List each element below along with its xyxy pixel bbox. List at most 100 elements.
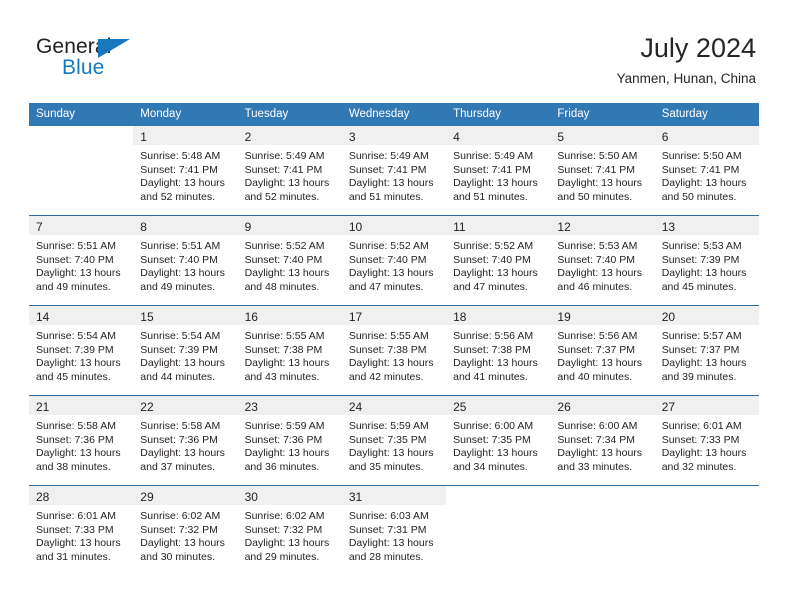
day-number-band: 9: [237, 216, 342, 235]
day-number-band: 17: [341, 306, 447, 325]
calendar-day-cell[interactable]: 3 Sunrise: 5:49 AM Sunset: 7:41 PM Daylight…: [341, 126, 447, 216]
sunset-time: Sunset: 7:33 PM: [36, 523, 114, 536]
day-cell-details: Sunrise: 6:00 AM Sunset: 7:34 PM Daylight:…: [550, 415, 654, 474]
calendar-day-cell[interactable]: 21 Sunrise: 5:58 AM Sunset: 7:36 PM Dayligh…: [29, 395, 134, 486]
day-cell-details: Sunrise: 5:52 AM Sunset: 7:40 PM Daylight:…: [238, 235, 342, 294]
calendar-day-cell-empty: [446, 485, 551, 575]
daylight-duration-line1: Daylight: 13 hours: [453, 357, 538, 370]
sunset-time: Sunset: 7:41 PM: [557, 163, 636, 176]
day-number: 5: [557, 130, 565, 144]
page-subtitle-location: Yanmen, Hunan, China: [616, 71, 756, 86]
day-cell-inner: 22 Sunrise: 5:58 AM Sunset: 7:36 PM Dayligh…: [133, 396, 238, 485]
day-cell-inner: [446, 486, 550, 575]
calendar-day-cell[interactable]: 2 Sunrise: 5:49 AM Sunset: 7:41 PM Daylight…: [237, 126, 342, 216]
sunset-time: Sunset: 7:38 PM: [453, 343, 531, 356]
sunrise-time: Sunrise: 5:50 AM: [661, 150, 742, 162]
day-number-band: 24: [341, 396, 447, 415]
calendar-day-cell[interactable]: 9 Sunrise: 5:52 AM Sunset: 7:40 PM Daylight…: [237, 215, 342, 306]
day-number-band: 4: [446, 126, 551, 145]
calendar-day-cell[interactable]: 15 Sunrise: 5:54 AM Sunset: 7:39 PM Dayligh…: [133, 305, 238, 396]
day-cell-details: [29, 145, 133, 150]
sunrise-time: Sunrise: 5:55 AM: [348, 330, 429, 342]
calendar-day-cell[interactable]: 31 Sunrise: 6:03 AM Sunset: 7:31 PM Dayligh…: [341, 485, 447, 575]
calendar-day-cell[interactable]: 13 Sunrise: 5:53 AM Sunset: 7:39 PM Dayligh…: [654, 215, 759, 306]
calendar-day-cell[interactable]: 1 Sunrise: 5:48 AM Sunset: 7:41 PM Daylight…: [133, 126, 238, 216]
daylight-duration-line2: and 42 minutes.: [348, 370, 424, 383]
weekday-header-tuesday: Tuesday: [237, 103, 342, 126]
calendar-day-cell[interactable]: 18 Sunrise: 5:56 AM Sunset: 7:38 PM Dayligh…: [446, 305, 551, 396]
day-number: 9: [244, 220, 252, 234]
calendar-day-cell[interactable]: 12 Sunrise: 5:53 AM Sunset: 7:40 PM Dayligh…: [550, 215, 655, 306]
calendar-day-cell[interactable]: 8 Sunrise: 5:51 AM Sunset: 7:40 PM Daylight…: [133, 215, 238, 306]
sunrise-time: Sunrise: 6:02 AM: [244, 510, 325, 522]
sunset-time: Sunset: 7:38 PM: [348, 343, 427, 356]
daylight-duration-line1: Daylight: 13 hours: [244, 447, 330, 460]
calendar-day-cell[interactable]: 24 Sunrise: 5:59 AM Sunset: 7:35 PM Dayligh…: [341, 395, 447, 486]
day-cell-inner: 9 Sunrise: 5:52 AM Sunset: 7:40 PM Daylight…: [237, 216, 342, 305]
day-number-band: 6: [654, 126, 759, 145]
sunrise-time: Sunrise: 5:58 AM: [36, 420, 116, 432]
sunset-time: Sunset: 7:40 PM: [244, 253, 323, 266]
calendar-day-cell[interactable]: 26 Sunrise: 6:00 AM Sunset: 7:34 PM Dayligh…: [550, 395, 655, 486]
calendar-day-cell[interactable]: 5 Sunrise: 5:50 AM Sunset: 7:41 PM Daylight…: [550, 126, 655, 216]
calendar-day-cell[interactable]: 30 Sunrise: 6:02 AM Sunset: 7:32 PM Dayligh…: [237, 485, 342, 575]
calendar-day-cell[interactable]: 19 Sunrise: 5:56 AM Sunset: 7:37 PM Dayligh…: [550, 305, 655, 396]
daylight-duration-line2: and 34 minutes.: [453, 460, 528, 473]
calendar-day-cell[interactable]: 10 Sunrise: 5:52 AM Sunset: 7:40 PM Dayligh…: [341, 215, 447, 306]
sunrise-time: Sunrise: 5:54 AM: [140, 330, 221, 342]
day-number: 11: [453, 220, 466, 234]
calendar-day-cell[interactable]: 4 Sunrise: 5:49 AM Sunset: 7:41 PM Daylight…: [446, 126, 551, 216]
calendar-day-cell[interactable]: 7 Sunrise: 5:51 AM Sunset: 7:40 PM Daylight…: [29, 215, 134, 306]
day-cell-inner: 4 Sunrise: 5:49 AM Sunset: 7:41 PM Daylight…: [446, 126, 551, 215]
day-cell-inner: 1 Sunrise: 5:48 AM Sunset: 7:41 PM Daylight…: [133, 126, 238, 215]
calendar-day-cell[interactable]: 11 Sunrise: 5:52 AM Sunset: 7:40 PM Dayligh…: [446, 215, 551, 306]
sunrise-time: Sunrise: 6:01 AM: [36, 510, 116, 522]
day-cell-inner: 31 Sunrise: 6:03 AM Sunset: 7:31 PM Dayligh…: [341, 486, 447, 575]
calendar-day-cell[interactable]: 17 Sunrise: 5:55 AM Sunset: 7:38 PM Dayligh…: [341, 305, 447, 396]
daylight-duration-line1: Daylight: 13 hours: [140, 447, 225, 460]
day-number: 2: [244, 130, 252, 144]
sunrise-time: Sunrise: 6:03 AM: [348, 510, 429, 522]
weekday-header-saturday: Saturday: [654, 103, 759, 126]
day-cell-details: Sunrise: 5:49 AM Sunset: 7:41 PM Daylight:…: [238, 145, 342, 204]
day-number: 22: [140, 400, 154, 414]
day-number-band: 7: [29, 216, 134, 235]
calendar-day-cell-empty: [550, 485, 655, 575]
sunset-time: Sunset: 7:31 PM: [348, 523, 427, 536]
sunrise-time: Sunrise: 5:52 AM: [453, 240, 534, 252]
calendar-day-cell[interactable]: 25 Sunrise: 6:00 AM Sunset: 7:35 PM Dayligh…: [446, 395, 551, 486]
daylight-duration-line1: Daylight: 13 hours: [348, 537, 434, 550]
daylight-duration-line1: Daylight: 13 hours: [36, 357, 121, 370]
day-cell-details: Sunrise: 6:01 AM Sunset: 7:33 PM Daylight:…: [29, 505, 133, 564]
day-number: 27: [661, 400, 676, 414]
sunrise-time: Sunrise: 5:49 AM: [348, 150, 429, 162]
day-number: 14: [36, 310, 50, 324]
calendar-day-cell[interactable]: 27 Sunrise: 6:01 AM Sunset: 7:33 PM Dayligh…: [654, 395, 759, 486]
day-number: 19: [557, 310, 571, 324]
sunset-time: Sunset: 7:37 PM: [557, 343, 636, 356]
calendar-day-cell[interactable]: 29 Sunrise: 6:02 AM Sunset: 7:32 PM Dayligh…: [133, 485, 238, 575]
daylight-duration-line1: Daylight: 13 hours: [557, 267, 643, 280]
general-blue-logo[interactable]: General Blue: [36, 36, 156, 82]
calendar-day-cell[interactable]: 20 Sunrise: 5:57 AM Sunset: 7:37 PM Dayligh…: [654, 305, 759, 396]
calendar-day-cell[interactable]: 23 Sunrise: 5:59 AM Sunset: 7:36 PM Dayligh…: [237, 395, 342, 486]
day-cell-details: Sunrise: 5:50 AM Sunset: 7:41 PM Daylight:…: [550, 145, 654, 204]
calendar-day-cell[interactable]: 16 Sunrise: 5:55 AM Sunset: 7:38 PM Dayligh…: [237, 305, 342, 396]
day-number-band: 21: [29, 396, 134, 415]
calendar-day-cell[interactable]: 28 Sunrise: 6:01 AM Sunset: 7:33 PM Dayligh…: [29, 485, 134, 575]
sunset-time: Sunset: 7:41 PM: [244, 163, 323, 176]
sunrise-sunset-calendar-table: Sunday Monday Tuesday Wednesday Thursday…: [29, 103, 759, 575]
sunset-time: Sunset: 7:36 PM: [140, 433, 218, 446]
calendar-day-cell[interactable]: 14 Sunrise: 5:54 AM Sunset: 7:39 PM Dayligh…: [29, 305, 134, 396]
daylight-duration-line1: Daylight: 13 hours: [453, 177, 538, 190]
calendar-day-cell[interactable]: 22 Sunrise: 5:58 AM Sunset: 7:36 PM Dayligh…: [133, 395, 238, 486]
day-number: 4: [453, 130, 460, 144]
day-number: 15: [140, 310, 154, 324]
day-number-band: 18: [446, 306, 551, 325]
daylight-duration-line2: and 49 minutes.: [36, 280, 111, 293]
daylight-duration-line1: Daylight: 13 hours: [661, 267, 747, 280]
calendar-day-cell[interactable]: 6 Sunrise: 5:50 AM Sunset: 7:41 PM Daylight…: [654, 126, 759, 216]
day-cell-details: Sunrise: 5:59 AM Sunset: 7:35 PM Daylight:…: [342, 415, 446, 474]
daylight-duration-line2: and 52 minutes.: [244, 190, 320, 203]
day-number: 20: [661, 310, 676, 324]
